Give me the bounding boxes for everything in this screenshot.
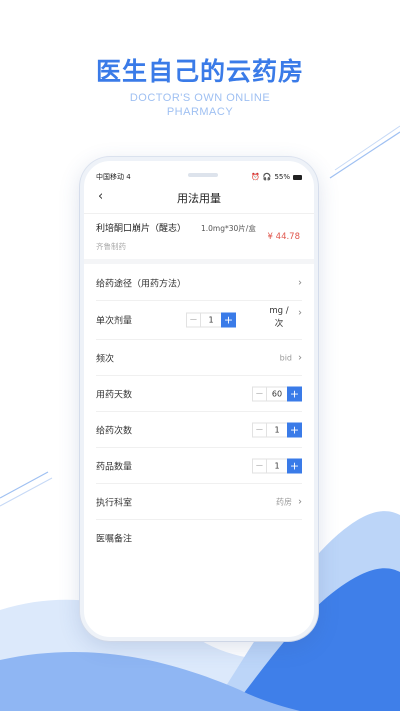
battery-icon	[293, 174, 302, 180]
phone-frame: 中国移动 4 ⏰ 🎧 55% ‹ 用法用量 利培酮口崩片（醒志） 1.0mg*3…	[80, 157, 318, 641]
department-row[interactable]: 执行科室 药房 ›	[96, 484, 302, 520]
times-value[interactable]: 1	[267, 422, 287, 437]
dose-unit-line2: 次	[274, 319, 284, 329]
hero-subtitle-line2: PHARMACY	[166, 106, 234, 118]
days-value[interactable]: 60	[267, 386, 287, 401]
single-dose-value[interactable]: 1	[201, 312, 221, 328]
frequency-value: bid	[279, 353, 292, 362]
navbar: ‹ 用法用量	[84, 187, 314, 209]
days-row: 用药天数 − 60 +	[96, 376, 302, 412]
times-row: 给药次数 − 1 +	[96, 412, 302, 448]
decrement-button[interactable]: −	[252, 458, 267, 473]
product-spec: 1.0mg*30片/盒	[201, 224, 256, 233]
chevron-right-icon: ›	[298, 496, 302, 507]
single-dose-row: 单次剂量 − 1 + mg / 次 ›	[96, 301, 302, 340]
quantity-stepper: − 1 +	[252, 458, 302, 473]
chevron-right-icon: ›	[298, 307, 302, 319]
chevron-right-icon: ›	[298, 277, 302, 288]
increment-button[interactable]: +	[221, 312, 236, 328]
product-card: 利培酮口崩片（醒志） 1.0mg*30片/盒 齐鲁制药 ¥ 44.78	[84, 213, 314, 259]
increment-button[interactable]: +	[287, 458, 302, 473]
decrement-button[interactable]: −	[186, 312, 201, 328]
alarm-icon: ⏰	[251, 173, 260, 181]
decrement-button[interactable]: −	[252, 386, 267, 401]
product-price: ¥ 44.78	[267, 232, 300, 242]
days-label: 用药天数	[96, 390, 133, 400]
product-manufacturer: 齐鲁制药	[96, 242, 126, 251]
single-dose-stepper: − 1 +	[186, 312, 236, 328]
frequency-row[interactable]: 频次 bid ›	[96, 340, 302, 376]
increment-button[interactable]: +	[287, 386, 302, 401]
frequency-label: 频次	[96, 354, 115, 364]
department-value: 药房	[276, 497, 292, 506]
quantity-row: 药品数量 − 1 +	[96, 448, 302, 484]
status-bar: 中国移动 4 ⏰ 🎧 55%	[96, 172, 302, 182]
days-stepper: − 60 +	[252, 386, 302, 401]
page-title: 用法用量	[177, 192, 221, 205]
department-label: 执行科室	[96, 498, 133, 508]
times-stepper: − 1 +	[252, 422, 302, 437]
product-name: 利培酮口崩片（醒志）	[96, 224, 187, 234]
notes-row[interactable]: 医嘱备注	[96, 520, 302, 556]
hero-title: 医生自己的云药房	[95, 57, 304, 86]
route-row[interactable]: 给药途径（用药方法） ›	[96, 265, 302, 301]
dose-unit-line1: mg /	[269, 306, 289, 316]
network-text: 4	[126, 173, 131, 181]
quantity-value[interactable]: 1	[267, 458, 287, 473]
quantity-label: 药品数量	[96, 462, 133, 472]
decrement-button[interactable]: −	[252, 422, 267, 437]
single-dose-label: 单次剂量	[96, 316, 133, 327]
notes-label: 医嘱备注	[96, 534, 133, 545]
section-divider	[84, 259, 314, 264]
battery-percent: 55%	[274, 173, 290, 181]
dose-unit-selector[interactable]: mg / 次	[266, 305, 292, 331]
headphones-icon: 🎧	[262, 173, 272, 181]
increment-button[interactable]: +	[287, 422, 302, 437]
hero-subtitle-line1: DOCTOR'S OWN ONLINE	[129, 92, 271, 104]
chevron-right-icon: ›	[298, 352, 302, 363]
times-label: 给药次数	[96, 426, 133, 436]
carrier-text: 中国移动	[96, 173, 124, 181]
route-label: 给药途径（用药方法）	[96, 279, 187, 289]
